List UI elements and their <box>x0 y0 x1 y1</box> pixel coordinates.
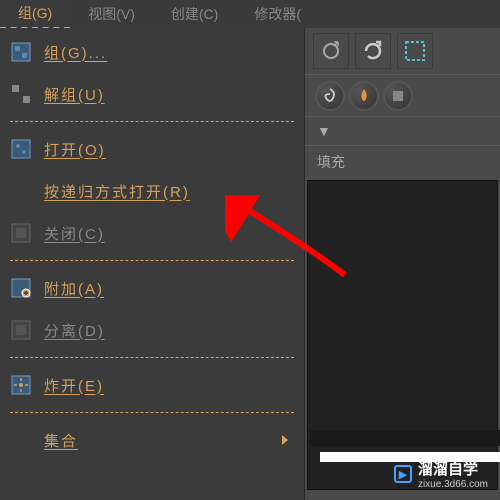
menu-item-group[interactable]: 组(G)... <box>0 31 304 73</box>
submenu-arrow-icon <box>282 435 288 445</box>
group-icon <box>10 41 32 63</box>
menu-label: 组(G)... <box>44 42 296 63</box>
right-panel: ▼ 填充 <box>305 28 500 492</box>
menu-item-ungroup[interactable]: 解组(U) <box>0 73 304 115</box>
fire-icon[interactable] <box>349 81 379 111</box>
menu-label: 附加(A) <box>44 278 296 299</box>
menu-label: 按递归方式打开(R) <box>44 181 296 202</box>
menu-label: 集合 <box>44 430 282 451</box>
menu-item-open-recursive[interactable]: 按递归方式打开(R) <box>0 170 304 212</box>
menu-create[interactable]: 创建(C) <box>153 0 236 28</box>
menu-label: 解组(U) <box>44 84 296 105</box>
open-icon <box>10 138 32 160</box>
menu-item-attach[interactable]: 附加(A) <box>0 267 304 309</box>
fill-label: 填充 <box>305 145 500 178</box>
menu-item-explode[interactable]: 炸开(E) <box>0 364 304 406</box>
link-button[interactable] <box>313 33 349 69</box>
play-icon: ▶ <box>394 465 412 483</box>
ungroup-icon <box>10 83 32 105</box>
explode-icon <box>10 374 32 396</box>
menu-label: 分离(D) <box>44 320 296 341</box>
redo-button[interactable] <box>355 33 391 69</box>
empty-icon <box>10 429 32 451</box>
menu-separator <box>10 357 294 358</box>
close-icon <box>10 222 32 244</box>
menu-item-collection[interactable]: 集合 <box>0 419 304 461</box>
watermark-url: zixue.3d66.com <box>418 479 488 490</box>
menubar: 组(G) 视图(V) 创建(C) 修改器( <box>0 0 500 28</box>
menu-label: 炸开(E) <box>44 375 296 396</box>
toolbar <box>305 28 500 74</box>
menu-view[interactable]: 视图(V) <box>70 0 153 28</box>
menu-item-detach[interactable]: 分离(D) <box>0 309 304 351</box>
menu-separator <box>10 121 294 122</box>
menu-label: 关闭(C) <box>44 223 296 244</box>
swirl-icon[interactable] <box>315 81 345 111</box>
attach-icon <box>10 277 32 299</box>
menu-modifier[interactable]: 修改器( <box>236 0 319 28</box>
watermark: ▶ 溜溜自学 zixue.3d66.com <box>394 458 488 490</box>
menu-group[interactable]: 组(G) <box>0 0 70 29</box>
menu-separator <box>10 412 294 413</box>
menu-label: 打开(O) <box>44 139 296 160</box>
empty-icon <box>10 180 32 202</box>
watermark-text: 溜溜自学 <box>418 458 488 479</box>
group-dropdown: 组(G)... 解组(U) 打开(O) 按递归方式打开(R) 关闭(C) 附加(… <box>0 28 305 500</box>
menu-separator <box>10 260 294 261</box>
detach-icon <box>10 319 32 341</box>
menu-item-open[interactable]: 打开(O) <box>0 128 304 170</box>
menu-item-close[interactable]: 关闭(C) <box>0 212 304 254</box>
icon-row <box>305 74 500 116</box>
dark-strip <box>310 430 500 446</box>
select-button[interactable] <box>397 33 433 69</box>
misc-icon[interactable] <box>383 81 413 111</box>
section-dropdown[interactable]: ▼ <box>305 116 500 145</box>
